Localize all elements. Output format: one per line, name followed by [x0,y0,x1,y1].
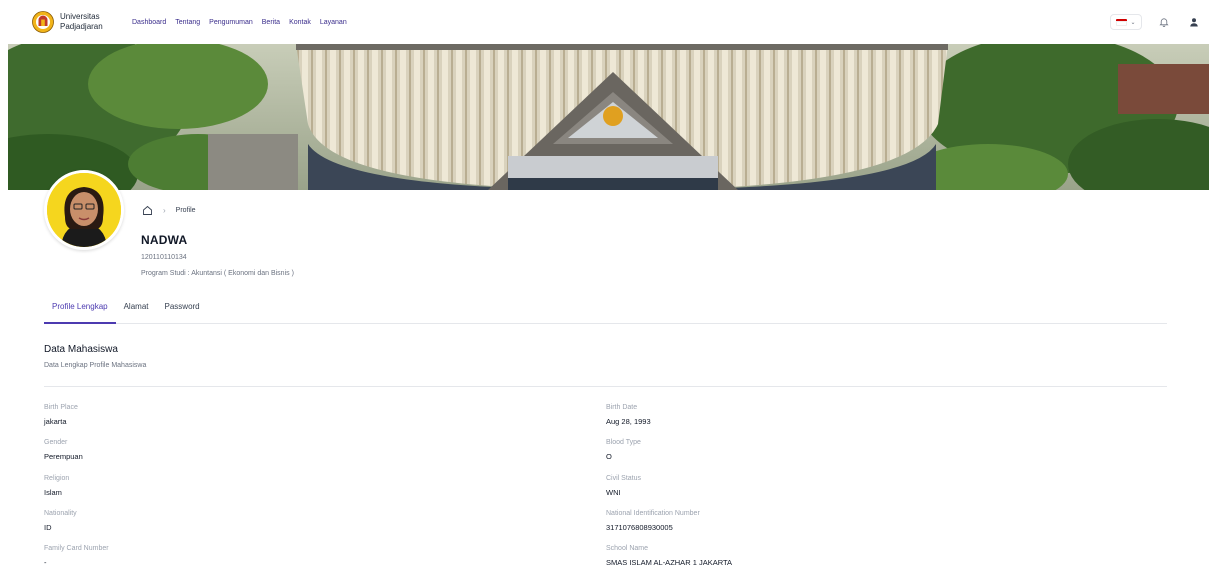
brand-line-2: Padjadjaran [60,22,103,31]
student-program: Program Studi : Akuntansi ( Ekonomi dan … [141,270,294,277]
field-label: Blood Type [606,439,641,446]
field-value: - [44,558,47,567]
field-label: Birth Place [44,404,78,411]
field-value: ID [44,523,52,532]
breadcrumb-current: Profile [175,207,196,214]
nav-kontak[interactable]: Kontak [289,19,311,26]
field-label: Civil Status [606,475,642,482]
id-flag-icon [1116,18,1128,26]
field-label: Gender [44,439,68,446]
field-value: Islam [44,488,62,497]
language-selector[interactable]: ⌄ [1110,14,1142,30]
brand-line-1: Universitas [60,12,100,21]
field-label: Nationality [44,510,77,517]
field-value: SMAS ISLAM AL-AZHAR 1 JAKARTA [606,558,733,567]
field-value: WNI [606,488,621,497]
nav-pengumuman[interactable]: Pengumuman [209,19,253,26]
field-school-name: School Name SMAS ISLAM AL-AZHAR 1 JAKART… [606,545,732,567]
tab-alamat[interactable]: Alamat [116,296,157,324]
field-nationality: Nationality ID [44,510,77,532]
field-label: School Name [606,545,649,552]
field-civil-status: Civil Status WNI [606,475,641,497]
nav-layanan[interactable]: Layanan [320,19,347,26]
user-menu-button[interactable] [1186,14,1202,30]
bell-icon [1159,18,1169,27]
field-value: Perempuan [44,452,83,461]
brand[interactable]: Universitas Padjadjaran [32,11,130,33]
field-birth-date: Birth Date Aug 28, 1993 [606,404,651,426]
top-navbar: Universitas Padjadjaran Dashboard Tentan… [0,0,1218,44]
campus-building-illustration [8,44,1209,190]
chevron-down-icon: ⌄ [1130,19,1136,26]
section-subtitle: Data Lengkap Profile Mahasiswa [44,362,147,369]
section-divider [44,386,1167,387]
field-family-card-number: Family Card Number - [44,545,109,567]
breadcrumb-separator-icon: › [163,206,166,215]
field-value: Aug 28, 1993 [606,417,651,426]
field-national-id-number: National Identification Number 317107680… [606,510,700,532]
field-label: Birth Date [606,404,638,411]
campus-banner-image [8,44,1209,190]
profile-avatar [44,170,124,250]
section-title: Data Mahasiswa [44,344,118,355]
user-icon [1190,18,1198,27]
field-value: 3171076808930005 [606,523,673,532]
student-name: NADWA [141,233,188,247]
field-gender: Gender Perempuan [44,439,83,461]
notification-button[interactable] [1156,14,1172,30]
field-label: National Identification Number [606,510,700,517]
brand-name: Universitas Padjadjaran [60,12,103,32]
field-value: O [606,452,612,461]
field-birth-place: Birth Place jakarta [44,404,78,426]
field-religion: Religion Islam [44,475,69,497]
field-label: Family Card Number [44,545,109,552]
profile-tabs: Profile Lengkap Alamat Password [44,296,1167,324]
home-icon[interactable] [142,205,153,216]
field-blood-type: Blood Type O [606,439,641,461]
unpad-logo-icon [32,11,54,33]
field-value: jakarta [44,417,67,426]
nav-dashboard[interactable]: Dashboard [132,19,166,26]
student-nim: 120110110134 [141,254,187,261]
tab-password[interactable]: Password [157,296,208,324]
profile-photo [47,173,121,247]
main-nav: Dashboard Tentang Pengumuman Berita Kont… [132,19,347,26]
field-label: Religion [44,475,70,482]
breadcrumb: › Profile [142,205,196,216]
tab-profile-lengkap[interactable]: Profile Lengkap [44,296,116,324]
header-actions: ⌄ [1110,14,1202,30]
nav-berita[interactable]: Berita [262,19,280,26]
nav-tentang[interactable]: Tentang [175,19,200,26]
